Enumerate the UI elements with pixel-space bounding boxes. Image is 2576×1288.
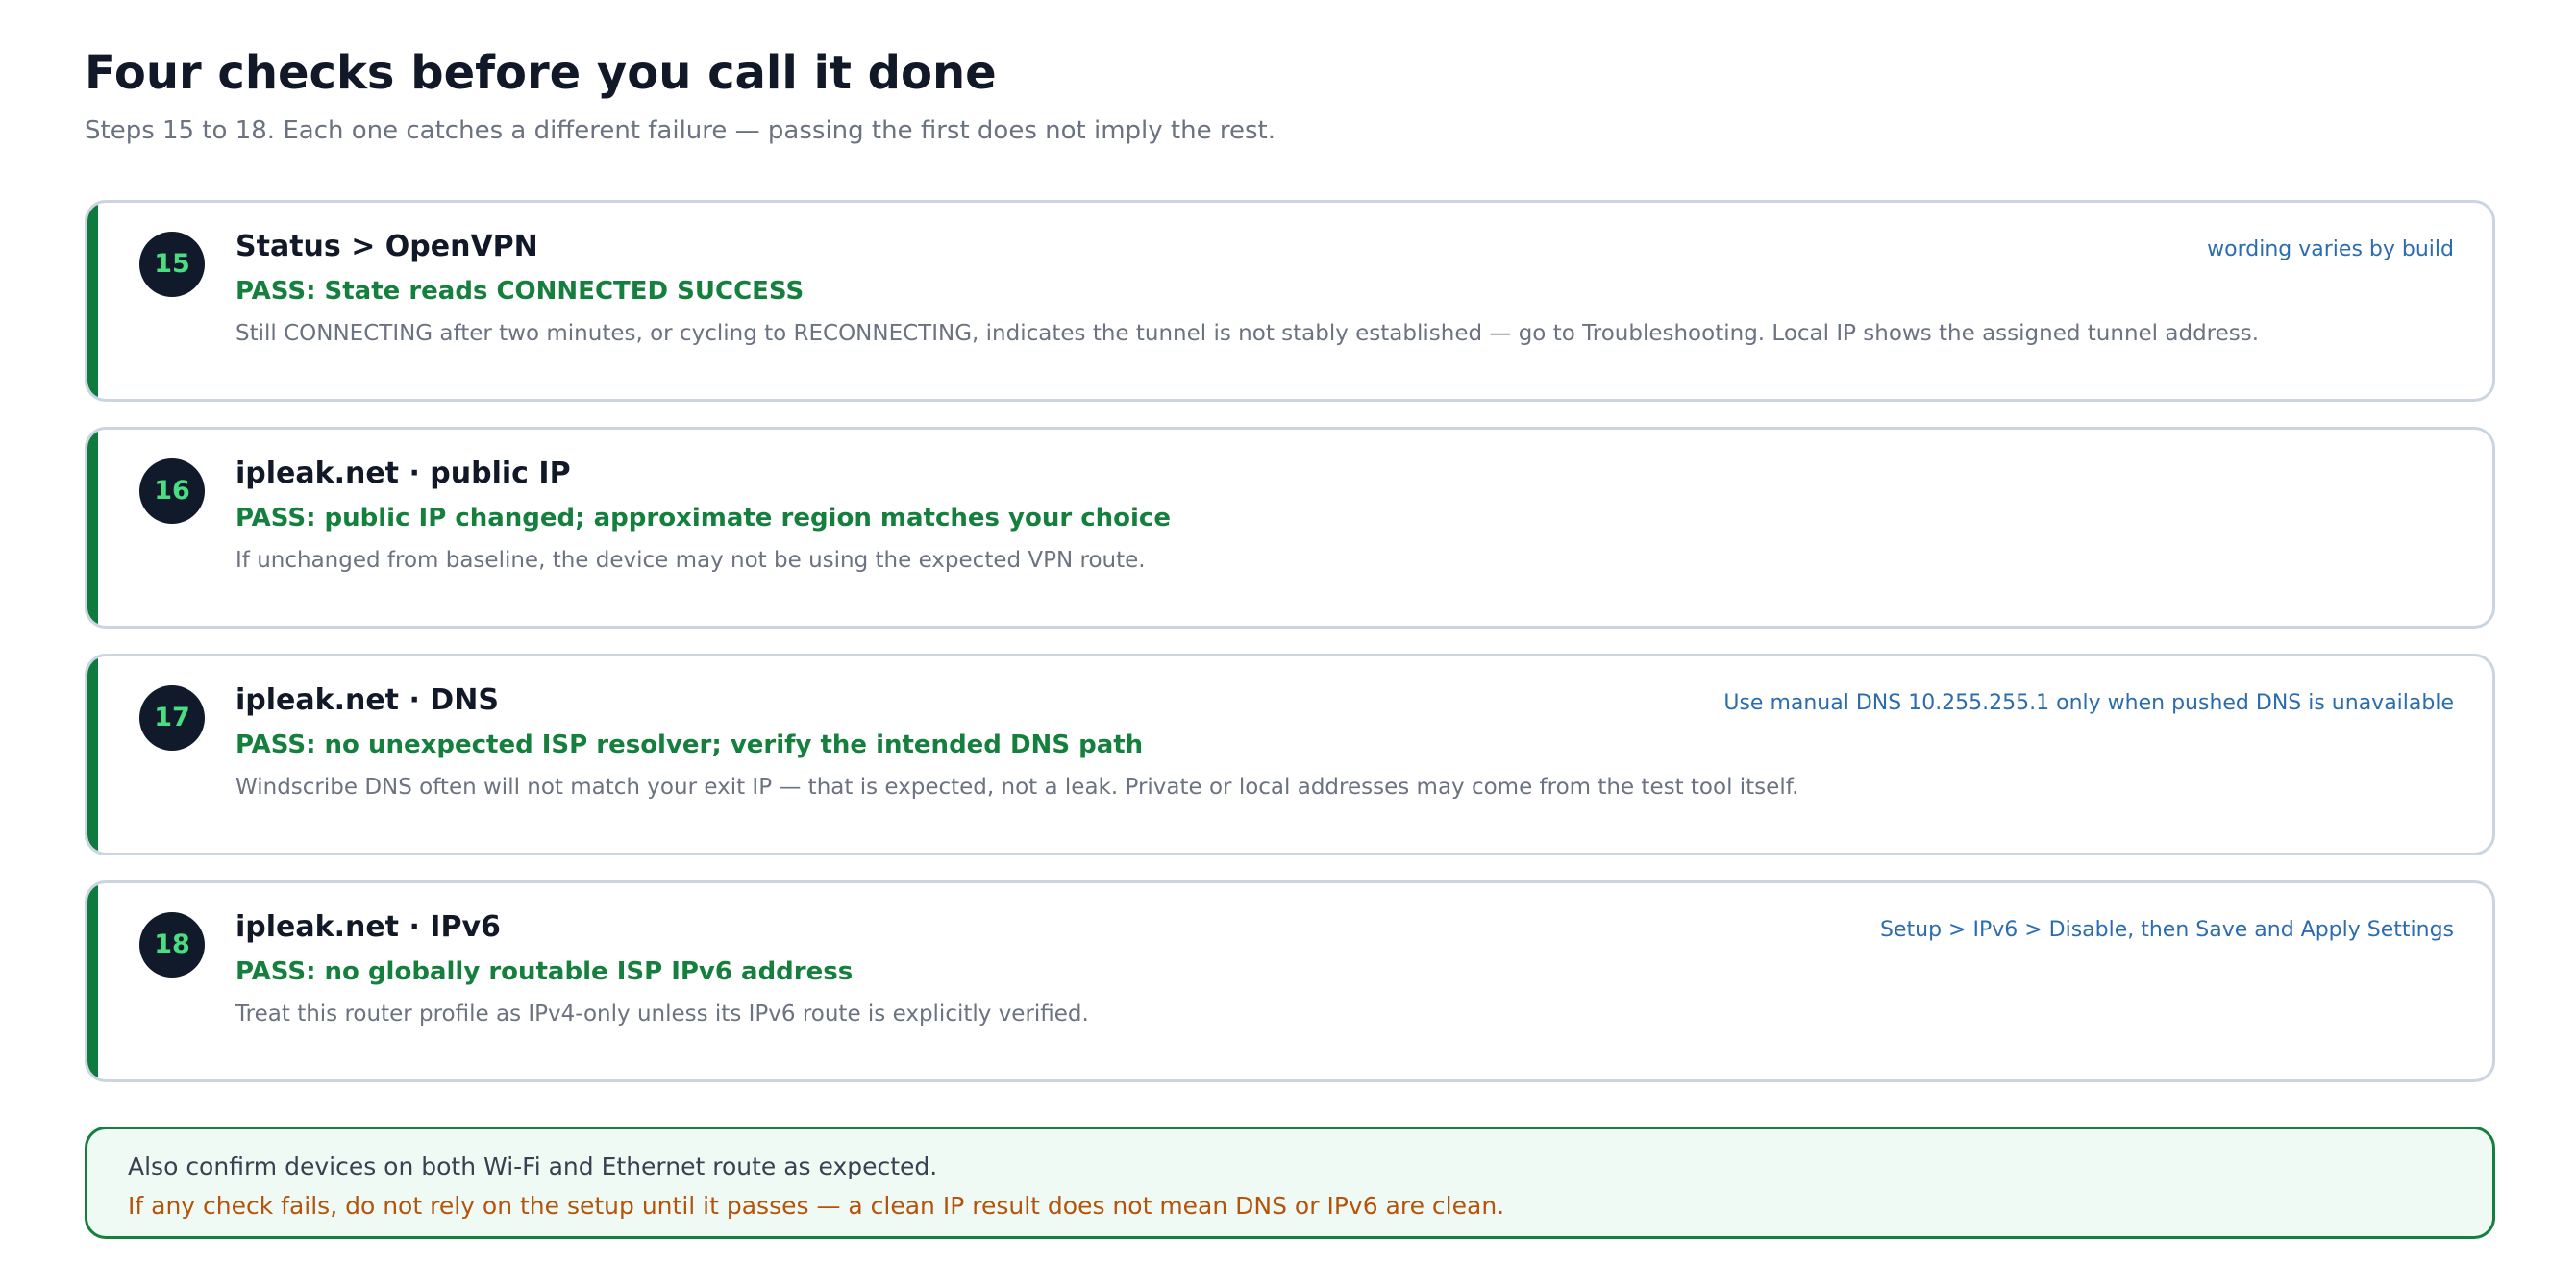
check-note: Use manual DNS 10.255.255.1 only when pu… [1723, 691, 2454, 715]
check-note: Setup > IPv6 > Disable, then Save and Ap… [1880, 918, 2454, 942]
card-accent-bar [87, 430, 98, 626]
callout-warning-text: If any check fails, do not rely on the s… [128, 1192, 1505, 1220]
check-detail: Windscribe DNS often will not match your… [235, 775, 1799, 800]
page-subtitle: Steps 15 to 18. Each one catches a diffe… [85, 116, 1276, 145]
card-accent-bar [87, 656, 98, 853]
pass-criterion: PASS: no globally routable ISP IPv6 addr… [235, 957, 854, 986]
check-heading: ipleak.net · DNS [235, 683, 499, 717]
check-card-16: 16 ipleak.net · public IP PASS: public I… [85, 427, 2495, 629]
callout-confirm-text: Also confirm devices on both Wi-Fi and E… [128, 1152, 938, 1180]
card-accent-bar [87, 203, 98, 399]
checklist-page: Four checks before you call it done Step… [0, 0, 2576, 1288]
step-number-badge: 15 [139, 232, 205, 297]
pass-criterion: PASS: no unexpected ISP resolver; verify… [235, 731, 1144, 759]
page-title: Four checks before you call it done [85, 46, 997, 100]
card-accent-bar [87, 883, 98, 1079]
step-number-badge: 17 [139, 685, 205, 751]
check-heading: ipleak.net · IPv6 [235, 910, 501, 944]
check-note: wording varies by build [2207, 237, 2454, 261]
check-detail: Treat this router profile as IPv4-only u… [235, 1002, 1089, 1027]
pass-criterion: PASS: State reads CONNECTED SUCCESS [235, 277, 805, 306]
check-heading: Status > OpenVPN [235, 230, 538, 263]
check-detail: If unchanged from baseline, the device m… [235, 548, 1146, 573]
check-card-17: 17 ipleak.net · DNS Use manual DNS 10.25… [85, 654, 2495, 855]
pass-criterion: PASS: public IP changed; approximate reg… [235, 504, 1171, 533]
step-number-badge: 18 [139, 912, 205, 978]
check-card-18: 18 ipleak.net · IPv6 Setup > IPv6 > Disa… [85, 880, 2495, 1082]
check-detail: Still CONNECTING after two minutes, or c… [235, 321, 2260, 346]
check-card-15: 15 Status > OpenVPN wording varies by bu… [85, 200, 2495, 402]
step-number-badge: 16 [139, 458, 205, 524]
summary-callout: Also confirm devices on both Wi-Fi and E… [85, 1127, 2495, 1239]
check-heading: ipleak.net · public IP [235, 457, 571, 490]
